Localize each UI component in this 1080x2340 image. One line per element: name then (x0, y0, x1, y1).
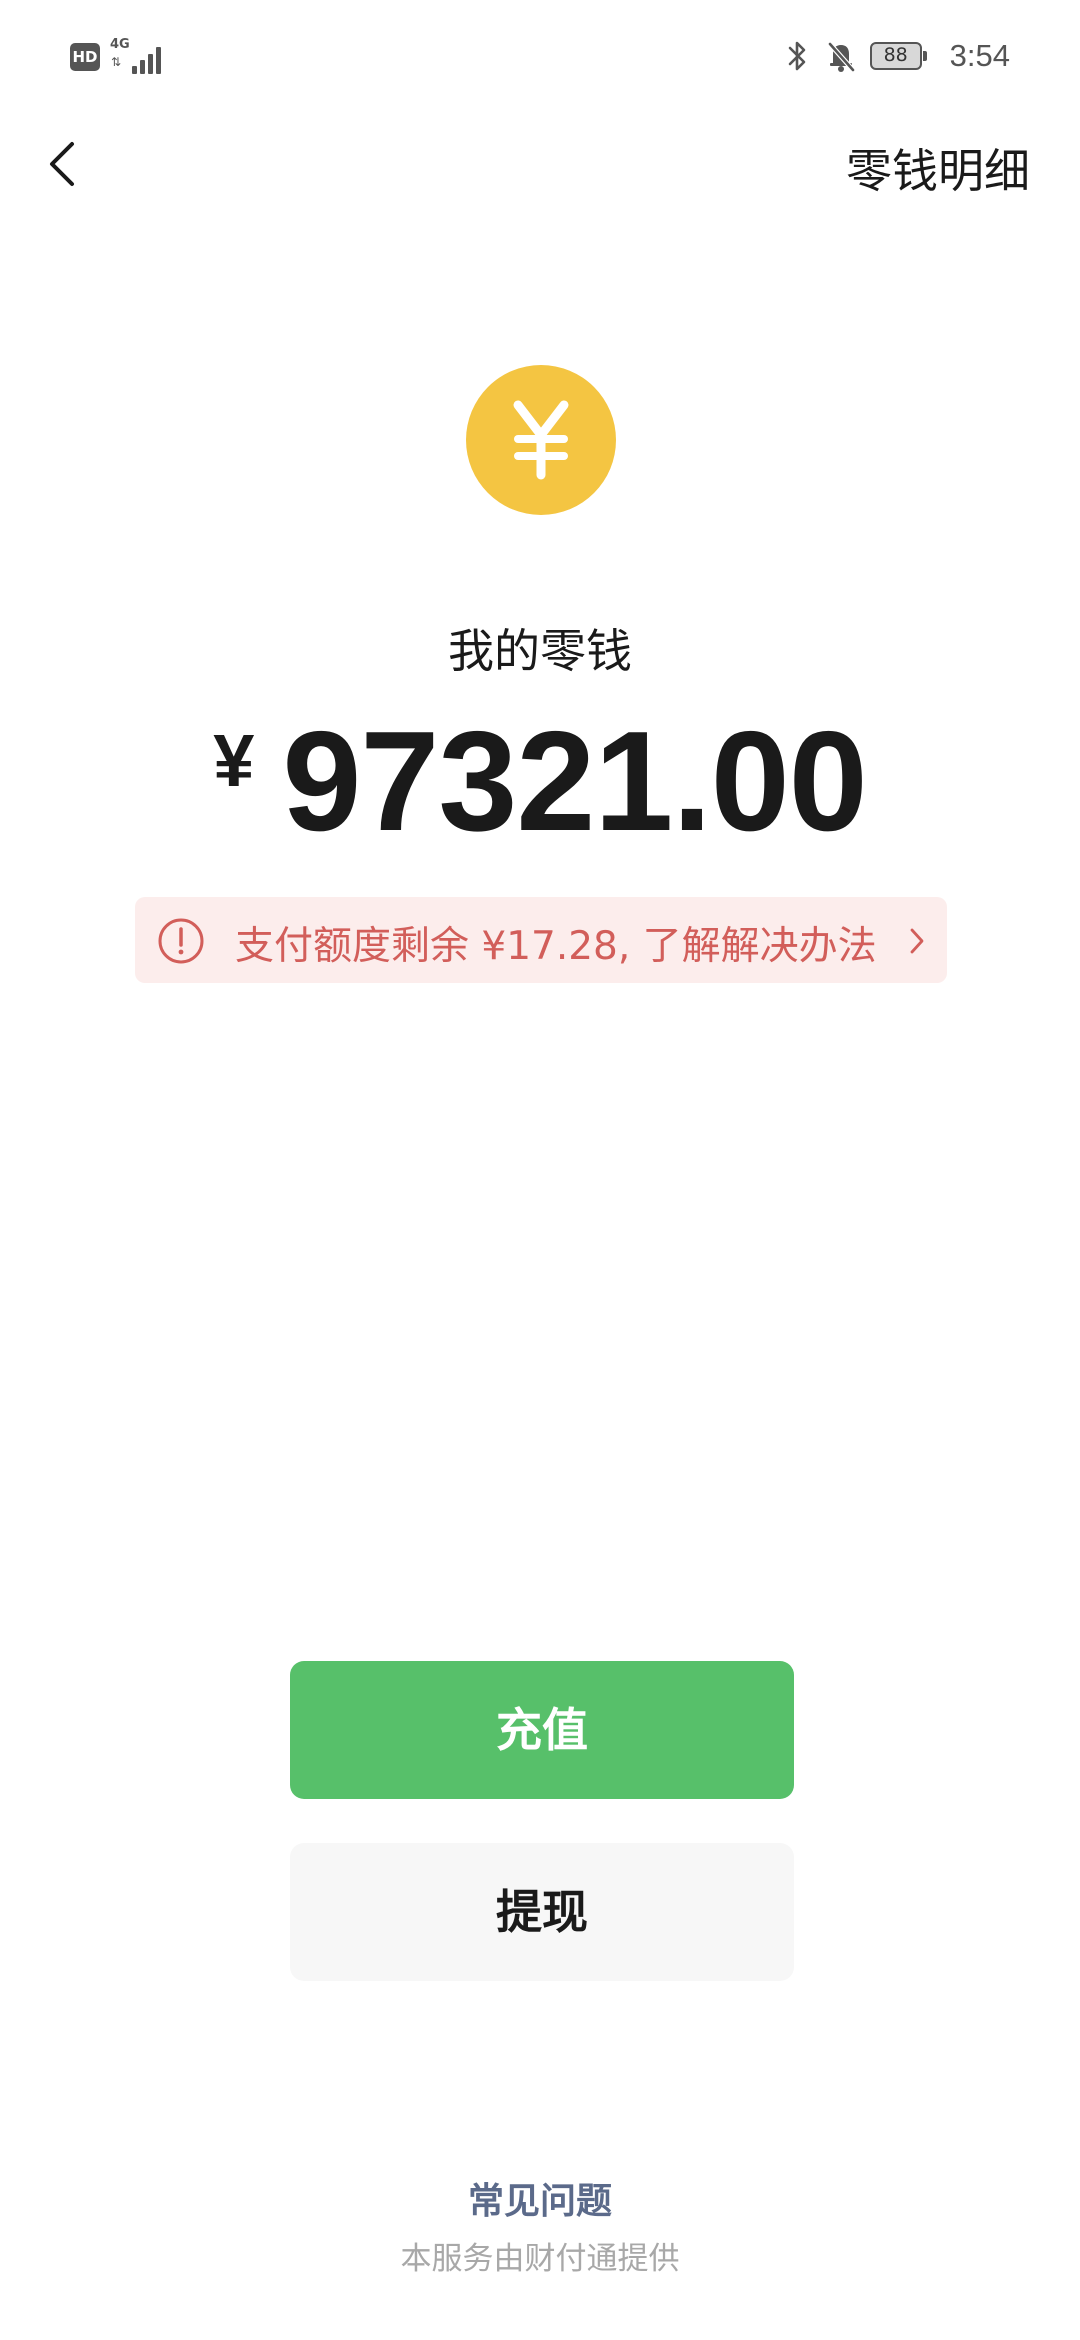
withdraw-button[interactable]: 提现 (290, 1843, 794, 1981)
balance-amount: 97321.00 (282, 702, 867, 861)
yuan-coin-icon (466, 365, 616, 515)
chevron-right-icon (910, 928, 924, 954)
battery-icon: 88 (869, 42, 927, 70)
bluetooth-icon (788, 41, 805, 71)
signal-icon: 4G ⇅ (110, 37, 166, 74)
hd-badge: HD (70, 43, 100, 71)
back-button[interactable] (38, 128, 88, 200)
chevron-left-icon (50, 142, 74, 186)
signal-bars-icon (126, 44, 166, 74)
clock: 3:54 (949, 38, 1010, 73)
status-right: 88 3:54 (782, 38, 1010, 74)
alert-circle-icon (158, 918, 204, 964)
recharge-button[interactable]: 充值 (290, 1661, 794, 1799)
data-arrows-icon: ⇅ (111, 55, 122, 69)
status-left: HD 4G ⇅ (70, 37, 166, 74)
faq-link[interactable]: 常见问题 (0, 2172, 1080, 2224)
mute-bell-icon (827, 42, 855, 72)
provider-text: 本服务由财付通提供 (400, 2241, 680, 2277)
currency-symbol: ¥ (213, 719, 255, 802)
payment-limit-notice[interactable]: 支付额度剩余 ¥17.28, 了解解决办法 (135, 897, 947, 983)
balance-amount-row: ¥97321.00 (0, 700, 1080, 864)
balance-details-link[interactable]: 零钱明细 (846, 135, 1030, 201)
balance-label: 我的零钱 (448, 624, 632, 678)
notice-text: 支付额度剩余 ¥17.28, 了解解决办法 (235, 924, 877, 969)
status-bar: HD 4G ⇅ 88 3:54 (0, 0, 1080, 120)
wallet-balance-page: HD 4G ⇅ 88 3:54 零钱明细 我的零钱 ¥ 97321.00 支付额… (0, 0, 1080, 2340)
